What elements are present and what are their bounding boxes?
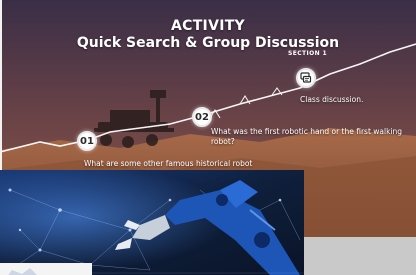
gray-panel [304, 237, 416, 275]
robot-arm-photo [0, 170, 304, 275]
step-text-02: What was the first robotic hand or the f… [211, 127, 403, 146]
thumbnail-card [0, 263, 92, 275]
step-badge-03 [296, 68, 316, 88]
slide-title: ACTIVITY [171, 18, 245, 34]
activity-slide: ACTIVITY Quick Search & Group Discussion… [0, 0, 416, 275]
slide-subtitle: Quick Search & Group Discussion [76, 35, 340, 51]
step-badge-01: 01 [77, 131, 97, 151]
step-text-03: Class discussion. [300, 95, 364, 104]
step-badge-02: 02 [192, 107, 212, 127]
step-text-01: What are some other famous historical ro… [84, 159, 253, 168]
section-label: SECTION 1 [288, 50, 328, 57]
discussion-icon [300, 72, 312, 83]
